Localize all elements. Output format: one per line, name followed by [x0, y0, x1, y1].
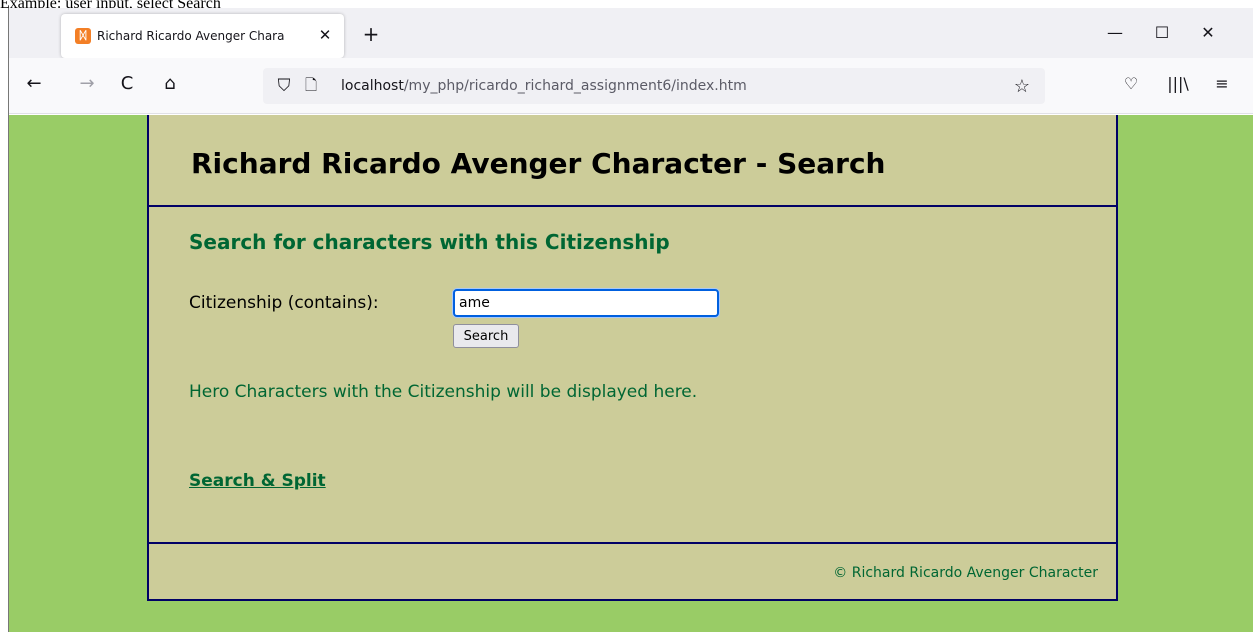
results-text: Hero Characters with the Citizenship wil…: [189, 382, 698, 402]
forward-icon[interactable]: →: [73, 70, 101, 98]
menu-icon[interactable]: ≡: [1207, 70, 1237, 98]
tab-close-icon[interactable]: ✕: [313, 23, 337, 47]
caption-text: Example: user input, select Search: [0, 0, 400, 8]
page-header: Richard Ricardo Avenger Character - Sear…: [149, 115, 1116, 207]
content-panel: Richard Ricardo Avenger Character - Sear…: [147, 115, 1118, 601]
search-button[interactable]: Search: [453, 324, 519, 348]
url-text[interactable]: localhost/my_php/ricardo_richard_assignm…: [341, 76, 747, 96]
navigation-bar: ← → C ⌂ ⛉ 🗋 localhost/my_php/ricardo_ric…: [9, 58, 1253, 114]
page-icon[interactable]: 🗋: [301, 74, 321, 98]
back-icon[interactable]: ←: [20, 70, 48, 98]
page-viewport: Richard Ricardo Avenger Character - Sear…: [9, 115, 1253, 632]
tab-title: Richard Ricardo Avenger Chara: [97, 29, 285, 43]
browser-window: ᛞ Richard Ricardo Avenger Chara ✕ + — ☐ …: [8, 8, 1253, 632]
bookmark-star-icon[interactable]: ☆: [1009, 73, 1035, 99]
home-icon[interactable]: ⌂: [156, 70, 184, 98]
close-window-icon[interactable]: ✕: [1185, 16, 1231, 50]
page-title: Richard Ricardo Avenger Character - Sear…: [191, 147, 886, 180]
pocket-icon[interactable]: ♡: [1116, 70, 1146, 98]
maximize-icon[interactable]: ☐: [1139, 16, 1185, 50]
minimize-icon[interactable]: —: [1092, 16, 1138, 50]
page-footer: © Richard Ricardo Avenger Character: [149, 542, 1116, 599]
reload-icon[interactable]: C: [113, 70, 141, 98]
citizenship-input[interactable]: [453, 289, 719, 317]
search-split-link[interactable]: Search & Split: [189, 470, 326, 492]
xampp-icon: ᛞ: [75, 28, 91, 44]
new-tab-icon[interactable]: +: [358, 22, 384, 48]
tab-active[interactable]: ᛞ Richard Ricardo Avenger Chara ✕: [61, 14, 344, 58]
url-bar[interactable]: ⛉ 🗋 localhost/my_php/ricardo_richard_ass…: [263, 68, 1045, 104]
library-icon[interactable]: |||\: [1163, 70, 1193, 98]
footer-copyright: © Richard Ricardo Avenger Character: [833, 565, 1098, 581]
url-path: /my_php/ricardo_richard_assignment6/inde…: [403, 78, 747, 94]
citizenship-label: Citizenship (contains):: [189, 293, 379, 313]
tab-strip: ᛞ Richard Ricardo Avenger Chara ✕ + — ☐ …: [9, 8, 1253, 58]
section-heading: Search for characters with this Citizens…: [189, 230, 670, 254]
url-host: localhost: [341, 78, 404, 94]
shield-icon[interactable]: ⛉: [273, 74, 295, 98]
